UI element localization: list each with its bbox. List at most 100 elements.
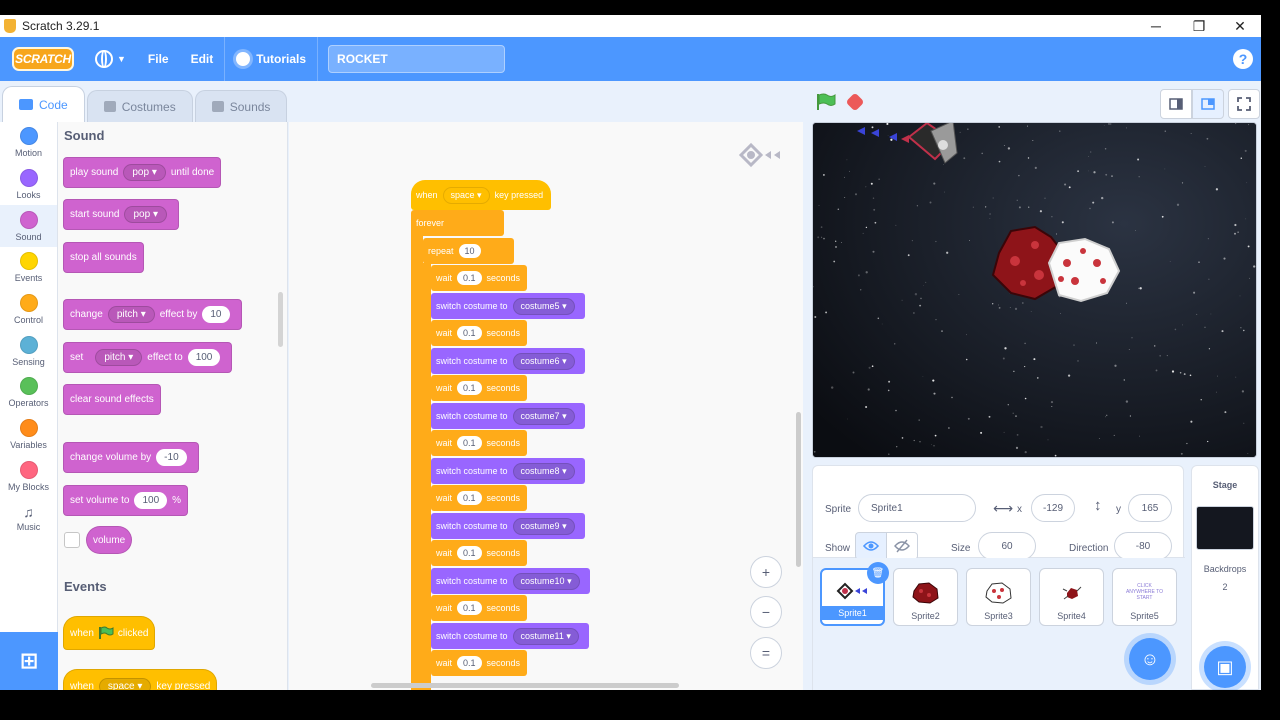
- tutorials-button[interactable]: Tutorials: [225, 37, 317, 81]
- block-when-flag-clicked[interactable]: when clicked: [63, 616, 156, 650]
- script-wait[interactable]: wait 0.1 seconds: [431, 485, 527, 511]
- script-switch-costume[interactable]: switch costume to costume9 ▾: [431, 513, 585, 539]
- palette-scrollbar[interactable]: [278, 292, 283, 347]
- number-input[interactable]: 0.1: [457, 491, 482, 505]
- sprite-thumb-sprite2[interactable]: Sprite2: [893, 568, 958, 626]
- script-when-key-pressed[interactable]: when space ▾ key pressed: [411, 180, 551, 210]
- script-switch-costume[interactable]: switch costume to costume10 ▾: [431, 568, 590, 594]
- help-icon[interactable]: ?: [1233, 49, 1253, 69]
- number-input[interactable]: 0.1: [457, 326, 482, 340]
- block-play-sound[interactable]: play sound pop ▾ until done: [63, 157, 222, 188]
- size-input[interactable]: 60: [978, 532, 1036, 560]
- block-stop-all-sounds[interactable]: stop all sounds: [63, 242, 144, 273]
- block-set-volume[interactable]: set volume to 100 %: [63, 485, 189, 516]
- costume-dropdown[interactable]: costume10 ▾: [512, 572, 580, 590]
- sprite-thumb-sprite1[interactable]: Sprite1 🗑: [820, 562, 889, 626]
- script-wait[interactable]: wait 0.1 seconds: [431, 650, 527, 676]
- show-hidden-button[interactable]: [886, 532, 918, 560]
- sprite-thumb-sprite5[interactable]: CLICK ANYWHERE TO START Sprite5: [1112, 568, 1177, 626]
- category-motion[interactable]: Motion: [0, 122, 57, 164]
- number-input[interactable]: 0.1: [457, 271, 482, 285]
- script-wait[interactable]: wait 0.1 seconds: [431, 265, 527, 291]
- category-variables[interactable]: Variables: [0, 414, 57, 456]
- volume-monitor-checkbox[interactable]: [64, 532, 80, 548]
- sound-dropdown[interactable]: pop ▾: [124, 206, 167, 223]
- green-flag-button[interactable]: [816, 93, 836, 111]
- normal-stage-button[interactable]: [1192, 89, 1224, 119]
- tab-code[interactable]: Code: [2, 86, 85, 122]
- costume-dropdown[interactable]: costume11 ▾: [512, 627, 579, 645]
- show-visible-button[interactable]: [855, 532, 887, 560]
- number-input[interactable]: 0.1: [457, 436, 482, 450]
- key-dropdown[interactable]: space ▾: [98, 677, 152, 690]
- number-input[interactable]: 10: [202, 306, 230, 323]
- block-when-key-pressed[interactable]: when space ▾ key pressed: [63, 669, 218, 690]
- block-set-effect[interactable]: set pitch ▾ effect to 100: [63, 342, 233, 373]
- stop-button[interactable]: [845, 92, 865, 112]
- category-sound[interactable]: Sound: [0, 205, 57, 248]
- category-operators[interactable]: Operators: [0, 372, 57, 414]
- block-clear-sound-effects[interactable]: clear sound effects: [63, 384, 161, 415]
- block-volume-reporter[interactable]: volume: [86, 526, 133, 554]
- script-wait[interactable]: wait 0.1 seconds: [431, 430, 527, 456]
- script-switch-costume[interactable]: switch costume to costume7 ▾: [431, 403, 585, 429]
- costume-dropdown[interactable]: costume7 ▾: [512, 407, 575, 425]
- costume-dropdown[interactable]: costume9 ▾: [512, 517, 575, 535]
- script-switch-costume[interactable]: switch costume to costume6 ▾: [431, 348, 585, 374]
- block-start-sound[interactable]: start sound pop ▾: [63, 199, 179, 230]
- edit-menu[interactable]: Edit: [180, 37, 225, 81]
- number-input[interactable]: 10: [458, 244, 481, 258]
- stage-canvas[interactable]: [812, 122, 1257, 458]
- file-menu[interactable]: File: [137, 37, 180, 81]
- category-sensing[interactable]: Sensing: [0, 330, 57, 372]
- x-position-input[interactable]: -129: [1031, 494, 1075, 522]
- number-input[interactable]: 0.1: [457, 381, 482, 395]
- script-wait[interactable]: wait 0.1 seconds: [431, 595, 527, 621]
- language-menu[interactable]: ▼: [84, 37, 137, 81]
- category-control[interactable]: Control: [0, 289, 57, 331]
- script-area[interactable]: when space ▾ key pressed forever repeat …: [289, 122, 803, 690]
- number-input[interactable]: 100: [187, 349, 221, 366]
- costume-dropdown[interactable]: costume5 ▾: [512, 297, 575, 315]
- zoom-in-button[interactable]: +: [750, 556, 782, 588]
- sprite-thumb-sprite4[interactable]: Sprite4: [1039, 568, 1104, 626]
- project-title-input[interactable]: [328, 45, 506, 73]
- backdrop-thumbnail[interactable]: [1196, 506, 1254, 550]
- block-change-volume[interactable]: change volume by -10: [63, 442, 199, 473]
- script-switch-costume[interactable]: switch costume to costume5 ▾: [431, 293, 585, 319]
- add-backdrop-button[interactable]: ▣: [1204, 646, 1246, 688]
- tab-sounds[interactable]: Sounds: [194, 90, 288, 122]
- script-wait[interactable]: wait 0.1 seconds: [431, 320, 527, 346]
- sound-dropdown[interactable]: pop ▾: [123, 164, 166, 181]
- small-stage-button[interactable]: [1160, 89, 1192, 119]
- script-wait[interactable]: wait 0.1 seconds: [431, 540, 527, 566]
- sprite-thumb-sprite3[interactable]: Sprite3: [966, 568, 1031, 626]
- costume-dropdown[interactable]: costume8 ▾: [512, 462, 575, 480]
- zoom-reset-button[interactable]: =: [750, 637, 782, 669]
- script-vertical-scrollbar[interactable]: [796, 412, 801, 567]
- category-music[interactable]: ♫ Music: [0, 497, 57, 539]
- category-events[interactable]: Events: [0, 247, 57, 289]
- delete-sprite-button[interactable]: 🗑: [867, 562, 889, 584]
- direction-input[interactable]: -80: [1114, 532, 1172, 560]
- category-looks[interactable]: Looks: [0, 164, 57, 206]
- restore-button[interactable]: ❐: [1178, 15, 1220, 37]
- costume-dropdown[interactable]: costume6 ▾: [512, 352, 575, 370]
- number-input[interactable]: 0.1: [457, 546, 482, 560]
- minimize-button[interactable]: ─: [1135, 15, 1177, 37]
- effect-dropdown[interactable]: pitch ▾: [95, 349, 143, 366]
- effect-dropdown[interactable]: pitch ▾: [107, 306, 155, 323]
- sprite-name-input[interactable]: Sprite1: [858, 494, 976, 522]
- script-horizontal-scrollbar[interactable]: [371, 683, 679, 688]
- scratch-logo[interactable]: SCRATCH: [12, 47, 74, 71]
- tab-costumes[interactable]: Costumes: [86, 90, 193, 122]
- script-switch-costume[interactable]: switch costume to costume8 ▾: [431, 458, 585, 484]
- y-position-input[interactable]: 165: [1128, 494, 1172, 522]
- script-repeat[interactable]: repeat 10: [423, 238, 514, 264]
- key-dropdown[interactable]: space ▾: [442, 186, 490, 204]
- close-button[interactable]: ✕: [1219, 15, 1261, 37]
- number-input[interactable]: 0.1: [457, 601, 482, 615]
- script-forever[interactable]: forever: [411, 210, 504, 236]
- script-wait[interactable]: wait 0.1 seconds: [431, 375, 527, 401]
- add-sprite-button[interactable]: ☺: [1129, 638, 1171, 680]
